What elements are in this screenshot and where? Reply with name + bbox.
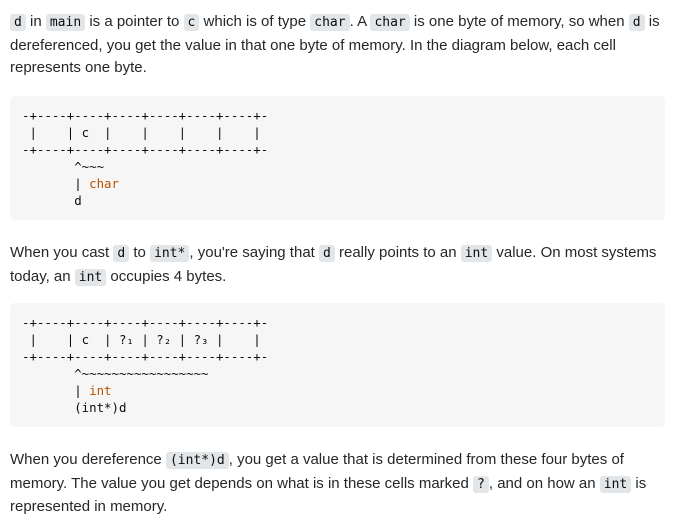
text-span: When you cast <box>10 244 114 261</box>
inline-code: ? <box>473 475 489 493</box>
text-span: occupies 4 bytes. <box>106 267 227 285</box>
text-span: , you're saying that <box>189 244 319 261</box>
diagram-border: -+----+----+----+----+----+----+- <box>22 142 269 157</box>
diagram-variable: (int*)d <box>22 400 127 415</box>
inline-code: d <box>10 14 26 31</box>
inline-code: d <box>319 245 335 262</box>
inline-code: d <box>628 14 645 31</box>
text-span: is one byte of memory, so when <box>409 13 629 30</box>
diagram-border: -+----+----+----+----+----+----+- <box>22 315 269 330</box>
text-span: really points to an <box>334 244 461 261</box>
diagram-border: -+----+----+----+----+----+----+- <box>22 349 269 364</box>
inline-code: (int*)d <box>165 452 229 469</box>
text-span: When you dereference <box>10 451 166 468</box>
memory-diagram-int: -+----+----+----+----+----+----+- | | c … <box>10 303 665 427</box>
text-span: . A <box>349 13 371 30</box>
inline-code: c <box>183 14 200 31</box>
text-span: which is of type <box>199 13 311 30</box>
diagram-cells: | | c | ?₁ | ?₂ | ?₃ | | <box>22 332 261 347</box>
inline-code: main <box>45 14 86 31</box>
diagram-pointer-marks: ^~~~~~~~~~~~~~~~~~ <box>22 366 209 381</box>
text-span: is a pointer to <box>85 13 184 30</box>
diagram-pointer-marks: ^~~~ <box>22 159 105 174</box>
inline-code: d <box>113 245 130 262</box>
paragraph-char-pointer: d in main is a pointer to c which is of … <box>10 11 666 80</box>
diagram-border: -+----+----+----+----+----+----+- <box>22 108 269 123</box>
paragraph-dereference: When you dereference (int*)d, you get a … <box>10 449 666 519</box>
diagram-variable: d <box>22 193 82 208</box>
text-span: in <box>25 13 46 30</box>
memory-diagram-char: -+----+----+----+----+----+----+- | | c … <box>10 96 665 220</box>
inline-code: char <box>370 14 410 31</box>
diagram-type-prefix: | <box>22 176 90 191</box>
diagram-cells: | | c | | | | | <box>22 125 261 140</box>
text-span: , and on how an <box>488 474 600 492</box>
inline-code: int <box>74 268 107 286</box>
inline-code: char <box>310 14 350 31</box>
diagram-type-keyword: char <box>89 176 119 191</box>
diagram-type-prefix: | <box>22 383 90 398</box>
inline-code: int <box>460 245 493 262</box>
text-span: to <box>129 244 151 261</box>
diagram-type-keyword: int <box>89 383 112 398</box>
paragraph-cast: When you cast d to int*, you're saying t… <box>10 242 666 289</box>
inline-code: int <box>599 475 632 493</box>
inline-code: int* <box>150 245 190 262</box>
